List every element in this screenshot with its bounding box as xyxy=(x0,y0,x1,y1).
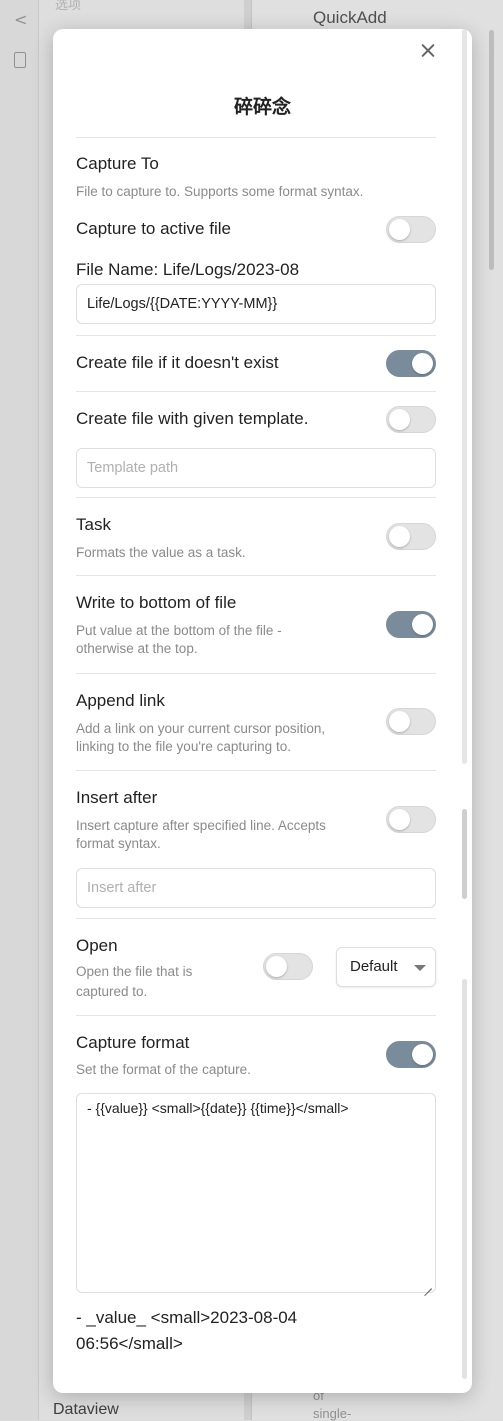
write-bottom-toggle[interactable] xyxy=(386,611,436,638)
capture-format-description: Set the format of the capture. xyxy=(76,1062,251,1077)
insert-after-description-line1: Insert capture after specified line. Acc… xyxy=(76,818,326,833)
write-bottom-description-line2: otherwise at the top. xyxy=(76,641,198,656)
capture-format-value: - {{value}} <small>{{date}} {{time}}</sm… xyxy=(87,1100,349,1116)
append-link-description-line1: Add a link on your current cursor positi… xyxy=(76,721,326,736)
format-preview: - _value_ <small>2023-08-04 06:56</small… xyxy=(76,1305,406,1357)
toggle-knob xyxy=(389,809,410,830)
capture-format-label: Capture format xyxy=(76,1033,190,1052)
append-link-description-line2: linking to the file you're capturing to. xyxy=(76,739,291,754)
open-mode-value: Default xyxy=(350,958,398,975)
toggle-knob xyxy=(389,711,410,732)
close-icon[interactable] xyxy=(416,39,440,63)
chevron-down-icon xyxy=(414,965,426,971)
capture-to-description: File to capture to. Supports some format… xyxy=(76,184,364,199)
open-label: Open xyxy=(76,936,118,955)
open-toggle[interactable] xyxy=(263,953,313,980)
task-toggle[interactable] xyxy=(386,523,436,550)
resize-handle-icon[interactable] xyxy=(423,1280,432,1289)
write-bottom-label: Write to bottom of file xyxy=(76,593,237,612)
append-link-label: Append link xyxy=(76,691,165,710)
divider xyxy=(76,335,436,336)
file-name-label: File Name: Life/Logs/2023-08 xyxy=(76,260,300,279)
capture-active-file-label: Capture to active file xyxy=(76,219,231,238)
open-mode-select[interactable]: Default xyxy=(336,947,436,987)
toggle-knob xyxy=(389,409,410,430)
task-label: Task xyxy=(76,515,111,534)
capture-to-label: Capture To xyxy=(76,154,159,173)
open-description-line2: captured to. xyxy=(76,984,148,999)
insert-after-toggle[interactable] xyxy=(386,806,436,833)
format-preview-line2: 06:56</small> xyxy=(76,1334,183,1353)
toggle-knob xyxy=(412,614,433,635)
append-link-toggle[interactable] xyxy=(386,708,436,735)
divider xyxy=(76,770,436,771)
divider xyxy=(76,575,436,576)
toggle-knob xyxy=(266,956,287,977)
toggle-knob xyxy=(412,1044,433,1065)
toggle-knob xyxy=(412,353,433,374)
file-name-input[interactable]: Life/Logs/{{DATE:YYYY-MM}} xyxy=(76,284,436,324)
capture-active-file-toggle[interactable] xyxy=(386,216,436,243)
insert-after-label: Insert after xyxy=(76,788,158,807)
toggle-knob xyxy=(389,219,410,240)
format-preview-line1: - _value_ <small>2023-08-04 xyxy=(76,1308,298,1327)
create-if-missing-toggle[interactable] xyxy=(386,350,436,377)
divider xyxy=(76,1015,436,1016)
toggle-knob xyxy=(389,526,410,547)
divider xyxy=(76,497,436,498)
insert-after-input[interactable]: Insert after xyxy=(76,868,436,908)
divider xyxy=(76,391,436,392)
capture-format-textarea[interactable]: - {{value}} <small>{{date}} {{time}}</sm… xyxy=(76,1093,436,1293)
insert-after-description-line2: format syntax. xyxy=(76,836,161,851)
write-bottom-description-line1: Put value at the bottom of the file - xyxy=(76,623,282,638)
open-description-line1: Open the file that is xyxy=(76,964,193,979)
modal-scrollbar-track xyxy=(462,979,467,1379)
capture-format-toggle[interactable] xyxy=(386,1041,436,1068)
template-path-input[interactable]: Template path xyxy=(76,448,436,488)
create-with-template-toggle[interactable] xyxy=(386,406,436,433)
modal-title: 碎碎念 xyxy=(233,96,291,118)
task-description: Formats the value as a task. xyxy=(76,545,246,560)
create-if-missing-label: Create file if it doesn't exist xyxy=(76,353,279,372)
divider xyxy=(76,918,436,919)
modal-scrollbar-thumb[interactable] xyxy=(462,809,467,899)
capture-settings-modal: 碎碎念 Capture To File to capture to. Suppo… xyxy=(53,29,472,1393)
create-with-template-label: Create file with given template. xyxy=(76,409,309,428)
divider xyxy=(76,137,436,138)
modal-scrollbar-track xyxy=(462,29,467,764)
divider xyxy=(76,673,436,674)
